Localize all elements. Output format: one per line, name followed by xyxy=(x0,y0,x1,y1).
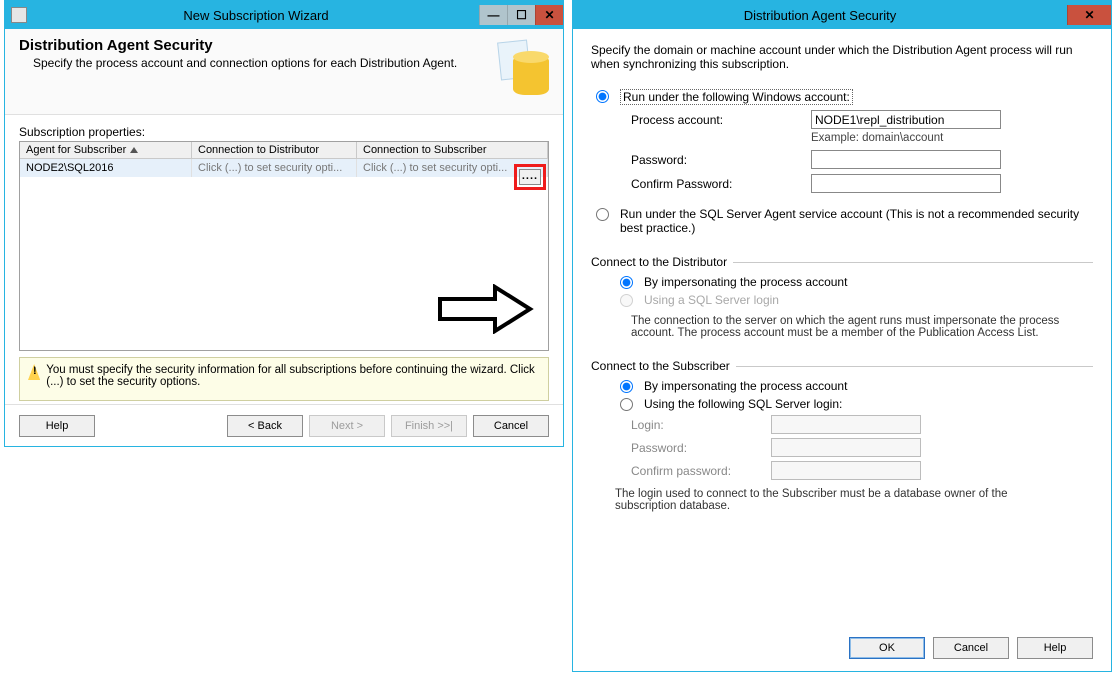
annotation-arrow-icon xyxy=(435,284,535,334)
dialog-footer: OK Cancel Help xyxy=(849,637,1093,659)
radio-sub-sqllogin[interactable] xyxy=(620,398,633,411)
ok-button[interactable]: OK xyxy=(849,637,925,659)
radio-sub-impersonate[interactable] xyxy=(620,380,633,393)
radio-run-sqlagent-account-label[interactable]: Run under the SQL Server Agent service a… xyxy=(620,207,1080,235)
wizard-titlebar[interactable]: New Subscription Wizard — ☐ ✕ xyxy=(5,1,563,29)
radio-run-windows-account-label[interactable]: Run under the following Windows account: xyxy=(620,89,853,105)
wizard-header: Distribution Agent Security Specify the … xyxy=(5,29,563,115)
back-button[interactable]: < Back xyxy=(227,415,303,437)
ellipsis-button[interactable]: .... xyxy=(519,169,541,185)
warning-text: You must specify the security informatio… xyxy=(46,364,540,394)
subscription-properties-label: Subscription properties: xyxy=(19,125,549,139)
confirm-password-input[interactable] xyxy=(811,174,1001,193)
group-distributor-label: Connect to the Distributor xyxy=(591,255,727,269)
sub-confirm-label: Confirm password: xyxy=(631,464,771,478)
subscriber-note: The login used to connect to the Subscri… xyxy=(615,488,1065,512)
col-connection-distributor[interactable]: Connection to Distributor xyxy=(192,142,357,159)
col-agent-for-subscriber[interactable]: Agent for Subscriber xyxy=(20,142,192,159)
grid-header[interactable]: Agent for Subscriber Connection to Distr… xyxy=(20,142,548,159)
password-input[interactable] xyxy=(811,150,1001,169)
close-button[interactable]: ✕ xyxy=(535,5,563,25)
cell-agent[interactable]: NODE2\SQL2016 xyxy=(20,159,192,177)
password-label: Password: xyxy=(631,153,811,167)
next-button: Next > xyxy=(309,415,385,437)
sub-password-label: Password: xyxy=(631,441,771,455)
dialog-title: Distribution Agent Security xyxy=(573,8,1067,23)
finish-button: Finish >>| xyxy=(391,415,467,437)
dialog-close-button[interactable]: ✕ xyxy=(1067,5,1111,25)
wizard-graphic-icon xyxy=(499,37,549,97)
distributor-note: The connection to the server on which th… xyxy=(631,315,1081,339)
distribution-agent-security-dialog: Distribution Agent Security ✕ Specify th… xyxy=(572,0,1112,672)
sub-confirm-input xyxy=(771,461,921,480)
page-title: Distribution Agent Security xyxy=(19,37,499,54)
radio-run-sqlagent-account[interactable] xyxy=(596,208,609,221)
radio-dist-impersonate-label[interactable]: By impersonating the process account xyxy=(644,275,847,289)
help-button[interactable]: Help xyxy=(19,415,95,437)
dialog-description: Specify the domain or machine account un… xyxy=(591,43,1093,71)
radio-dist-impersonate[interactable] xyxy=(620,276,633,289)
sub-login-label: Login: xyxy=(631,418,771,432)
highlight-box: .... xyxy=(514,164,546,190)
process-account-label: Process account: xyxy=(631,113,811,127)
confirm-password-label: Confirm Password: xyxy=(631,177,811,191)
sort-asc-icon xyxy=(130,147,138,153)
process-account-input[interactable] xyxy=(811,110,1001,129)
radio-sub-impersonate-label[interactable]: By impersonating the process account xyxy=(644,379,847,393)
radio-dist-sqllogin xyxy=(620,294,633,307)
radio-sub-sqllogin-label[interactable]: Using the following SQL Server login: xyxy=(644,397,842,411)
cancel-button[interactable]: Cancel xyxy=(473,415,549,437)
cell-distributor[interactable]: Click (...) to set security opti... xyxy=(192,159,357,177)
table-row[interactable]: NODE2\SQL2016 Click (...) to set securit… xyxy=(20,159,548,177)
warning-panel: You must specify the security informatio… xyxy=(19,357,549,401)
sub-password-input xyxy=(771,438,921,457)
radio-dist-sqllogin-label: Using a SQL Server login xyxy=(644,293,779,307)
radio-run-windows-account[interactable] xyxy=(596,90,609,103)
col-connection-subscriber[interactable]: Connection to Subscriber xyxy=(357,142,548,159)
window-sysmenu-icon[interactable] xyxy=(11,7,27,23)
wizard-title: New Subscription Wizard xyxy=(33,8,479,23)
minimize-button[interactable]: — xyxy=(479,5,507,25)
sub-login-input xyxy=(771,415,921,434)
new-subscription-wizard-window: New Subscription Wizard — ☐ ✕ Distributi… xyxy=(4,0,564,447)
process-account-example: Example: domain\account xyxy=(811,132,1093,144)
maximize-button[interactable]: ☐ xyxy=(507,5,535,25)
wizard-footer: Help < Back Next > Finish >>| Cancel xyxy=(5,404,563,446)
group-subscriber-label: Connect to the Subscriber xyxy=(591,359,730,373)
dialog-titlebar[interactable]: Distribution Agent Security ✕ xyxy=(573,1,1111,29)
page-subtitle: Specify the process account and connecti… xyxy=(33,56,499,70)
dialog-cancel-button[interactable]: Cancel xyxy=(933,637,1009,659)
warning-icon xyxy=(28,364,40,380)
dialog-help-button[interactable]: Help xyxy=(1017,637,1093,659)
